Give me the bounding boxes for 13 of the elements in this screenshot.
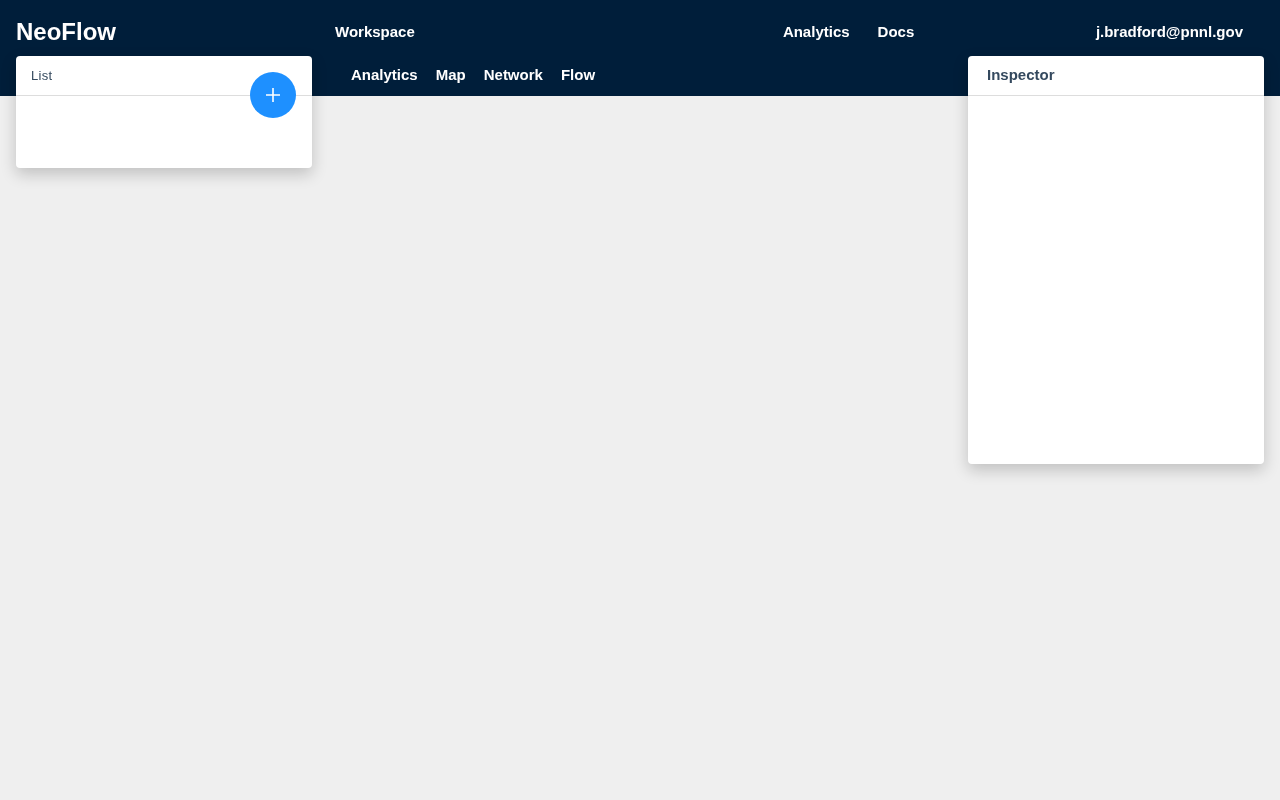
nav-link[interactable]: Map — [435, 63, 466, 87]
add-button[interactable] — [250, 72, 296, 118]
plus-icon — [265, 87, 281, 103]
nav-link[interactable]: Network — [483, 63, 543, 87]
nav-link[interactable]: Analytics — [351, 63, 418, 87]
panel-title: Inspector — [987, 65, 1055, 86]
nav-link[interactable]: Docs — [877, 20, 915, 44]
app-logo: NeoFlow — [16, 18, 116, 45]
nav-link[interactable]: Flow — [560, 63, 596, 87]
panel-title: List — [31, 66, 53, 85]
nav-link[interactable]: Analytics — [782, 20, 850, 44]
nav-link[interactable]: Workspace — [335, 20, 415, 44]
user-email[interactable]: j.bradford@pnnl.gov — [1095, 20, 1243, 44]
